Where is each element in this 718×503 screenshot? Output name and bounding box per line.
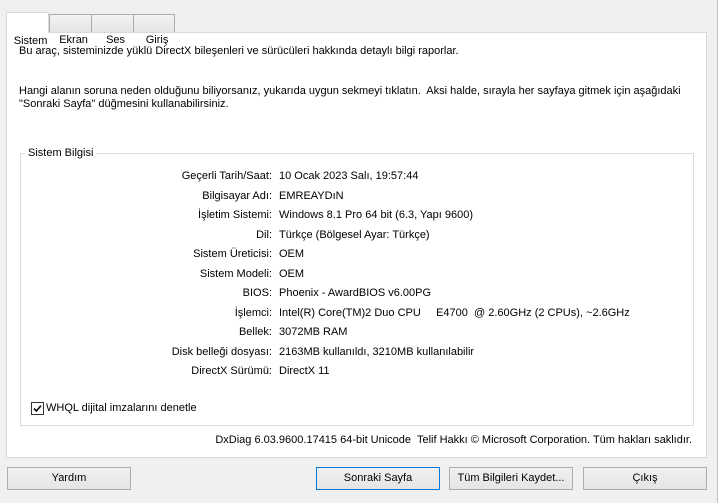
info-row-page-file: Disk belleği dosyası: 2163MB kullanıldı,… bbox=[0, 343, 700, 363]
tab-label: Sistem bbox=[13, 35, 48, 47]
info-value: 2163MB kullanıldı, 3210MB kullanılabilir bbox=[279, 345, 475, 358]
intro-hint-line1: Hangi alanın soruna neden olduğunu biliy… bbox=[19, 85, 681, 97]
info-label: Bilgisayar Adı: bbox=[202, 189, 272, 202]
whql-checkbox[interactable] bbox=[31, 402, 44, 415]
info-row-operating-system: İşletim Sistemi: Windows 8.1 Pro 64 bit … bbox=[0, 206, 700, 226]
info-value: Türkçe (Bölgesel Ayar: Türkçe) bbox=[279, 228, 430, 241]
info-label: Disk belleği dosyası: bbox=[171, 345, 272, 358]
intro-description: Bu araç, sisteminizde yüklü DirectX bile… bbox=[19, 45, 459, 57]
whql-checkbox-label[interactable]: WHQL dijital imzalarını denetle bbox=[46, 401, 197, 415]
info-label: Sistem Modeli: bbox=[199, 267, 272, 280]
tab-giris[interactable]: Giriş bbox=[133, 14, 175, 46]
info-value: EMREAYDıN bbox=[279, 189, 344, 202]
info-value: Windows 8.1 Pro 64 bit (6.3, Yapı 9600) bbox=[279, 209, 474, 221]
info-label: İşlemci: bbox=[234, 306, 272, 319]
info-label: Sistem Üreticisi: bbox=[193, 248, 272, 260]
info-label: Geçerli Tarih/Saat: bbox=[181, 170, 272, 182]
system-info-title: Sistem Bilgisi bbox=[25, 146, 97, 160]
info-value: Intel(R) Core(TM)2 Duo CPU E4700 @ 2.60G… bbox=[279, 306, 630, 319]
info-row-directx-version: DirectX Sürümü: DirectX 11 bbox=[0, 362, 700, 382]
info-value: DirectX 11 bbox=[279, 365, 330, 377]
check-icon bbox=[33, 405, 42, 413]
info-row-current-datetime: Geçerli Tarih/Saat: 10 Ocak 2023 Salı, 1… bbox=[0, 167, 700, 187]
info-row-processor: İşlemci: Intel(R) Core(TM)2 Duo CPU E470… bbox=[0, 304, 700, 324]
info-label: İşletim Sistemi: bbox=[198, 209, 272, 221]
info-value: Phoenix - AwardBIOS v6.00PG bbox=[279, 287, 432, 299]
info-row-memory: Bellek: 3072MB RAM bbox=[0, 323, 700, 343]
tab-ses[interactable]: Ses bbox=[91, 14, 134, 46]
system-info-rows: Geçerli Tarih/Saat: 10 Ocak 2023 Salı, 1… bbox=[0, 167, 700, 382]
info-row-system-manufacturer: Sistem Üreticisi: OEM bbox=[0, 245, 700, 265]
info-label: DirectX Sürümü: bbox=[191, 365, 272, 377]
info-row-language: Dil: Türkçe (Bölgesel Ayar: Türkçe) bbox=[0, 226, 700, 246]
info-label: BIOS: bbox=[242, 287, 272, 299]
version-copyright-text: DxDiag 6.03.9600.17415 64-bit Unicode Te… bbox=[215, 434, 692, 446]
exit-button[interactable]: Çıkış bbox=[583, 467, 707, 490]
intro-hint-line2: "Sonraki Sayfa" düğmesini kullanabilirsi… bbox=[19, 98, 229, 110]
next-page-button[interactable]: Sonraki Sayfa bbox=[316, 467, 440, 490]
tab-ekran[interactable]: Ekran bbox=[49, 14, 92, 46]
info-row-computer-name: Bilgisayar Adı: EMREAYDıN bbox=[0, 187, 700, 207]
info-value: OEM bbox=[279, 267, 305, 280]
info-row-bios: BIOS: Phoenix - AwardBIOS v6.00PG bbox=[0, 284, 700, 304]
info-label: Dil: bbox=[256, 228, 272, 241]
info-value: 3072MB RAM bbox=[279, 326, 348, 338]
info-label: Bellek: bbox=[238, 326, 272, 338]
help-button[interactable]: Yardım bbox=[7, 467, 131, 490]
whql-checkbox-control[interactable]: WHQL dijital imzalarını denetle bbox=[31, 401, 251, 416]
save-all-info-button[interactable]: Tüm Bilgileri Kaydet... bbox=[449, 467, 573, 490]
info-value: OEM bbox=[279, 248, 305, 260]
info-value: 10 Ocak 2023 Salı, 19:57:44 bbox=[279, 170, 419, 182]
info-row-system-model: Sistem Modeli: OEM bbox=[0, 265, 700, 285]
tab-sistem[interactable]: Sistem bbox=[6, 12, 49, 47]
